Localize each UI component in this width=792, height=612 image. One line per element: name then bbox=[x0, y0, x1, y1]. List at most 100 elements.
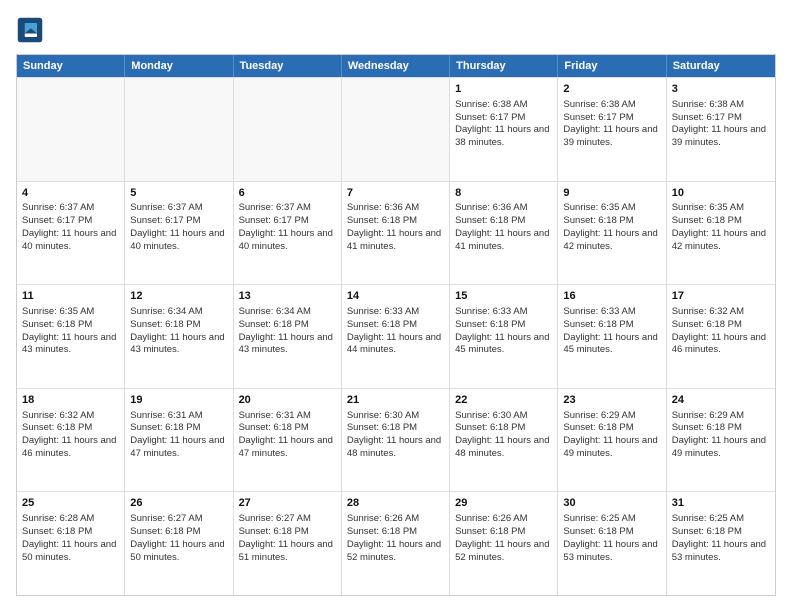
sunrise-info: Sunrise: 6:34 AM bbox=[130, 306, 227, 319]
sunset-info: Sunset: 6:18 PM bbox=[22, 526, 119, 539]
day-number: 1 bbox=[455, 82, 552, 97]
sunrise-info: Sunrise: 6:25 AM bbox=[563, 513, 660, 526]
sunrise-info: Sunrise: 6:35 AM bbox=[672, 202, 770, 215]
calendar-cell: 17 Sunrise: 6:32 AM Sunset: 6:18 PM Dayl… bbox=[667, 285, 775, 388]
calendar-cell: 11 Sunrise: 6:35 AM Sunset: 6:18 PM Dayl… bbox=[17, 285, 125, 388]
sunrise-info: Sunrise: 6:37 AM bbox=[130, 202, 227, 215]
daylight-info: Daylight: 11 hours and 39 minutes. bbox=[672, 124, 770, 150]
calendar-row: 18 Sunrise: 6:32 AM Sunset: 6:18 PM Dayl… bbox=[17, 388, 775, 492]
sunrise-info: Sunrise: 6:38 AM bbox=[672, 99, 770, 112]
calendar-cell: 9 Sunrise: 6:35 AM Sunset: 6:18 PM Dayli… bbox=[558, 182, 666, 285]
calendar-cell: 18 Sunrise: 6:32 AM Sunset: 6:18 PM Dayl… bbox=[17, 389, 125, 492]
day-number: 19 bbox=[130, 393, 227, 408]
calendar-row: 25 Sunrise: 6:28 AM Sunset: 6:18 PM Dayl… bbox=[17, 491, 775, 595]
daylight-info: Daylight: 11 hours and 43 minutes. bbox=[130, 332, 227, 358]
daylight-info: Daylight: 11 hours and 45 minutes. bbox=[455, 332, 552, 358]
sunrise-info: Sunrise: 6:38 AM bbox=[455, 99, 552, 112]
weekday-header: Sunday bbox=[17, 55, 125, 77]
daylight-info: Daylight: 11 hours and 46 minutes. bbox=[672, 332, 770, 358]
calendar-cell: 5 Sunrise: 6:37 AM Sunset: 6:17 PM Dayli… bbox=[125, 182, 233, 285]
sunrise-info: Sunrise: 6:38 AM bbox=[563, 99, 660, 112]
sunset-info: Sunset: 6:18 PM bbox=[347, 422, 444, 435]
daylight-info: Daylight: 11 hours and 43 minutes. bbox=[239, 332, 336, 358]
sunrise-info: Sunrise: 6:32 AM bbox=[672, 306, 770, 319]
day-number: 6 bbox=[239, 186, 336, 201]
daylight-info: Daylight: 11 hours and 47 minutes. bbox=[239, 435, 336, 461]
calendar-cell: 29 Sunrise: 6:26 AM Sunset: 6:18 PM Dayl… bbox=[450, 492, 558, 595]
sunset-info: Sunset: 6:18 PM bbox=[672, 526, 770, 539]
sunset-info: Sunset: 6:18 PM bbox=[239, 422, 336, 435]
sunset-info: Sunset: 6:18 PM bbox=[455, 422, 552, 435]
weekday-header: Wednesday bbox=[342, 55, 450, 77]
daylight-info: Daylight: 11 hours and 40 minutes. bbox=[239, 228, 336, 254]
day-number: 8 bbox=[455, 186, 552, 201]
calendar-cell bbox=[17, 78, 125, 181]
weekday-header: Monday bbox=[125, 55, 233, 77]
calendar: SundayMondayTuesdayWednesdayThursdayFrid… bbox=[16, 54, 776, 596]
logo bbox=[16, 16, 48, 44]
daylight-info: Daylight: 11 hours and 48 minutes. bbox=[347, 435, 444, 461]
day-number: 5 bbox=[130, 186, 227, 201]
sunset-info: Sunset: 6:18 PM bbox=[672, 215, 770, 228]
sunset-info: Sunset: 6:18 PM bbox=[455, 526, 552, 539]
sunset-info: Sunset: 6:17 PM bbox=[455, 112, 552, 125]
sunrise-info: Sunrise: 6:36 AM bbox=[455, 202, 552, 215]
day-number: 11 bbox=[22, 289, 119, 304]
calendar-cell: 4 Sunrise: 6:37 AM Sunset: 6:17 PM Dayli… bbox=[17, 182, 125, 285]
sunrise-info: Sunrise: 6:35 AM bbox=[22, 306, 119, 319]
sunset-info: Sunset: 6:18 PM bbox=[22, 422, 119, 435]
sunset-info: Sunset: 6:18 PM bbox=[563, 215, 660, 228]
sunrise-info: Sunrise: 6:37 AM bbox=[239, 202, 336, 215]
day-number: 14 bbox=[347, 289, 444, 304]
daylight-info: Daylight: 11 hours and 39 minutes. bbox=[563, 124, 660, 150]
sunset-info: Sunset: 6:18 PM bbox=[239, 319, 336, 332]
sunrise-info: Sunrise: 6:29 AM bbox=[672, 410, 770, 423]
sunset-info: Sunset: 6:18 PM bbox=[563, 319, 660, 332]
sunrise-info: Sunrise: 6:33 AM bbox=[563, 306, 660, 319]
sunset-info: Sunset: 6:18 PM bbox=[672, 422, 770, 435]
calendar-row: 11 Sunrise: 6:35 AM Sunset: 6:18 PM Dayl… bbox=[17, 284, 775, 388]
calendar-cell: 2 Sunrise: 6:38 AM Sunset: 6:17 PM Dayli… bbox=[558, 78, 666, 181]
daylight-info: Daylight: 11 hours and 52 minutes. bbox=[347, 539, 444, 565]
calendar-cell: 3 Sunrise: 6:38 AM Sunset: 6:17 PM Dayli… bbox=[667, 78, 775, 181]
daylight-info: Daylight: 11 hours and 46 minutes. bbox=[22, 435, 119, 461]
sunrise-info: Sunrise: 6:28 AM bbox=[22, 513, 119, 526]
daylight-info: Daylight: 11 hours and 38 minutes. bbox=[455, 124, 552, 150]
daylight-info: Daylight: 11 hours and 50 minutes. bbox=[22, 539, 119, 565]
day-number: 17 bbox=[672, 289, 770, 304]
daylight-info: Daylight: 11 hours and 40 minutes. bbox=[130, 228, 227, 254]
daylight-info: Daylight: 11 hours and 51 minutes. bbox=[239, 539, 336, 565]
sunset-info: Sunset: 6:18 PM bbox=[130, 422, 227, 435]
sunrise-info: Sunrise: 6:26 AM bbox=[347, 513, 444, 526]
sunrise-info: Sunrise: 6:31 AM bbox=[130, 410, 227, 423]
calendar-row: 1 Sunrise: 6:38 AM Sunset: 6:17 PM Dayli… bbox=[17, 77, 775, 181]
sunset-info: Sunset: 6:18 PM bbox=[455, 319, 552, 332]
sunset-info: Sunset: 6:18 PM bbox=[130, 526, 227, 539]
header bbox=[16, 16, 776, 44]
day-number: 24 bbox=[672, 393, 770, 408]
sunset-info: Sunset: 6:18 PM bbox=[455, 215, 552, 228]
daylight-info: Daylight: 11 hours and 49 minutes. bbox=[563, 435, 660, 461]
day-number: 28 bbox=[347, 496, 444, 511]
calendar-cell: 27 Sunrise: 6:27 AM Sunset: 6:18 PM Dayl… bbox=[234, 492, 342, 595]
day-number: 2 bbox=[563, 82, 660, 97]
daylight-info: Daylight: 11 hours and 43 minutes. bbox=[22, 332, 119, 358]
calendar-cell bbox=[234, 78, 342, 181]
day-number: 7 bbox=[347, 186, 444, 201]
sunset-info: Sunset: 6:17 PM bbox=[130, 215, 227, 228]
sunset-info: Sunset: 6:18 PM bbox=[347, 526, 444, 539]
daylight-info: Daylight: 11 hours and 47 minutes. bbox=[130, 435, 227, 461]
daylight-info: Daylight: 11 hours and 50 minutes. bbox=[130, 539, 227, 565]
sunrise-info: Sunrise: 6:37 AM bbox=[22, 202, 119, 215]
sunset-info: Sunset: 6:17 PM bbox=[672, 112, 770, 125]
calendar-cell: 31 Sunrise: 6:25 AM Sunset: 6:18 PM Dayl… bbox=[667, 492, 775, 595]
daylight-info: Daylight: 11 hours and 45 minutes. bbox=[563, 332, 660, 358]
day-number: 10 bbox=[672, 186, 770, 201]
sunset-info: Sunset: 6:18 PM bbox=[239, 526, 336, 539]
day-number: 25 bbox=[22, 496, 119, 511]
sunrise-info: Sunrise: 6:29 AM bbox=[563, 410, 660, 423]
calendar-cell: 1 Sunrise: 6:38 AM Sunset: 6:17 PM Dayli… bbox=[450, 78, 558, 181]
daylight-info: Daylight: 11 hours and 42 minutes. bbox=[672, 228, 770, 254]
sunrise-info: Sunrise: 6:27 AM bbox=[130, 513, 227, 526]
day-number: 12 bbox=[130, 289, 227, 304]
